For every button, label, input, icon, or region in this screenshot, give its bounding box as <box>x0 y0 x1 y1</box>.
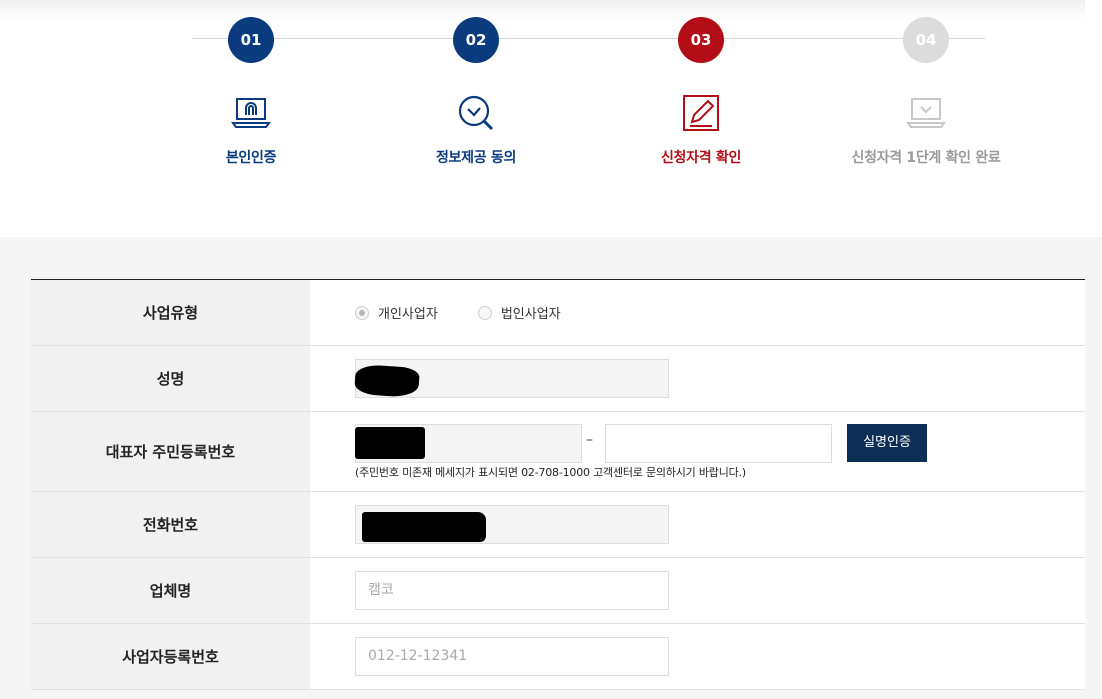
business-reg-number-label: 사업자등록번호 <box>31 624 310 689</box>
redacted-phone <box>362 512 486 542</box>
name-label: 성명 <box>31 346 310 411</box>
business-type-label: 사업유형 <box>31 280 310 345</box>
step-label: 정보제공 동의 <box>435 150 517 166</box>
radio-indicator-checked[interactable] <box>355 305 369 320</box>
row-name: 성명 <box>31 346 1085 412</box>
laptop-check-icon <box>906 93 946 133</box>
verify-name-button[interactable]: 실명인증 <box>847 424 927 462</box>
radio-label: 개인사업자 <box>378 307 438 322</box>
resident-number-note: (주민번호 미존재 메세지가 표시되면 02-708-1000 고객센터로 문의… <box>355 466 746 479</box>
company-label: 업체명 <box>31 558 310 623</box>
radio-label: 법인사업자 <box>500 307 561 322</box>
resident-number-back-field[interactable] <box>605 424 832 463</box>
radio-indicator[interactable] <box>477 305 492 320</box>
step-number: 04 <box>903 17 949 63</box>
phone-label: 전화번호 <box>31 492 310 557</box>
fingerprint-laptop-icon <box>231 93 271 133</box>
magnifier-check-icon <box>456 93 496 133</box>
step-4: 04 신청자격 1단계 확인 완료 <box>816 17 1036 167</box>
step-2: 02 정보제공 동의 <box>366 17 586 167</box>
row-resident-number: 대표자 주민등록번호 – 실명인증 (주민번호 미존재 메세지가 표시되면 02… <box>31 412 1085 492</box>
step-number: 01 <box>228 17 274 63</box>
radio-individual[interactable]: 개인사업자 <box>355 303 438 322</box>
step-label: 신청자격 1단계 확인 완료 <box>851 150 1001 166</box>
row-business-type: 사업유형 개인사업자 법인사업자 <box>31 280 1085 346</box>
step-number: 02 <box>453 17 499 63</box>
step-1: 01 본인인증 <box>141 17 361 167</box>
resident-number-separator: – <box>586 432 593 448</box>
business-type-radio-group: 개인사업자 법인사업자 <box>355 280 1085 345</box>
radio-corporate[interactable]: 법인사업자 <box>477 303 561 322</box>
step-label: 신청자격 확인 <box>660 150 742 166</box>
application-form-area: 사업유형 개인사업자 법인사업자 성명 대표자 주민등록번호 – 실명인증 (주… <box>0 237 1102 699</box>
row-business-reg-number: 사업자등록번호 012-12-12341 <box>31 624 1085 690</box>
company-name-input[interactable]: 캠코 <box>355 571 669 610</box>
resident-number-label: 대표자 주민등록번호 <box>31 412 310 491</box>
step-progress: 01 본인인증 02 정보제공 동의 03 신청자격 확인 04 신청자격 1단… <box>0 0 1102 237</box>
business-reg-number-input[interactable]: 012-12-12341 <box>355 637 669 676</box>
row-phone: 전화번호 <box>31 492 1085 558</box>
step-number: 03 <box>678 17 724 63</box>
redacted-resident-number <box>355 427 425 459</box>
document-pen-icon <box>681 93 721 133</box>
application-form: 사업유형 개인사업자 법인사업자 성명 대표자 주민등록번호 – 실명인증 (주… <box>31 279 1085 690</box>
step-label: 본인인증 <box>225 150 277 166</box>
step-3: 03 신청자격 확인 <box>591 17 811 167</box>
row-company: 업체명 캠코 <box>31 558 1085 624</box>
